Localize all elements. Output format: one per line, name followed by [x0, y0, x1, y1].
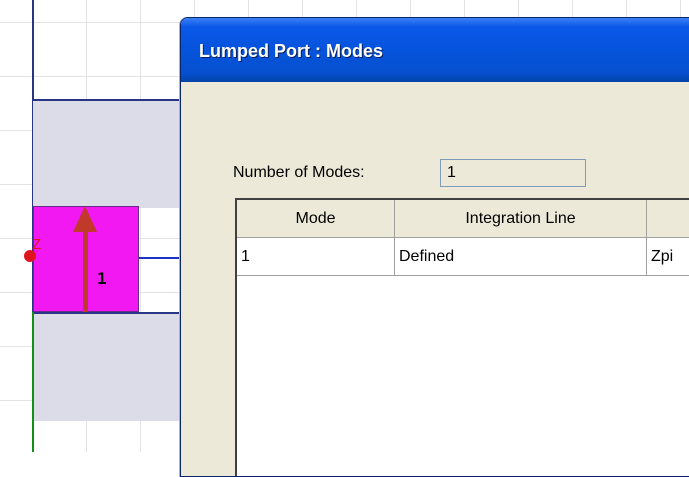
number-of-modes-label: Number of Modes:: [233, 164, 365, 181]
port-number-label: 1: [97, 269, 107, 288]
grid-band-upper: [33, 99, 193, 208]
arrow-head-icon: [73, 206, 97, 232]
column-header-integration-line[interactable]: Integration Line: [395, 200, 647, 238]
table-cell-integration-line[interactable]: Defined: [395, 238, 647, 276]
integration-line-arrow[interactable]: [83, 230, 88, 312]
table-cell-impedance[interactable]: Zpi: [647, 238, 689, 276]
axis-z-label: Z: [32, 236, 42, 253]
table-cell-mode[interactable]: 1: [237, 238, 395, 276]
dialog-titlebar[interactable]: Lumped Port : Modes: [181, 18, 689, 82]
grid-band-lower: [33, 312, 193, 421]
modes-table[interactable]: Mode Integration Line 1 Defined Zpi: [235, 198, 689, 476]
number-of-modes-input[interactable]: [440, 159, 586, 187]
column-header-impedance[interactable]: [647, 200, 689, 238]
dialog-title: Lumped Port : Modes: [199, 41, 383, 61]
canvas-axis-y: [32, 312, 34, 452]
column-header-mode[interactable]: Mode: [237, 200, 395, 238]
lumped-port-modes-dialog: Lumped Port : Modes Number of Modes: Mod…: [180, 17, 689, 477]
